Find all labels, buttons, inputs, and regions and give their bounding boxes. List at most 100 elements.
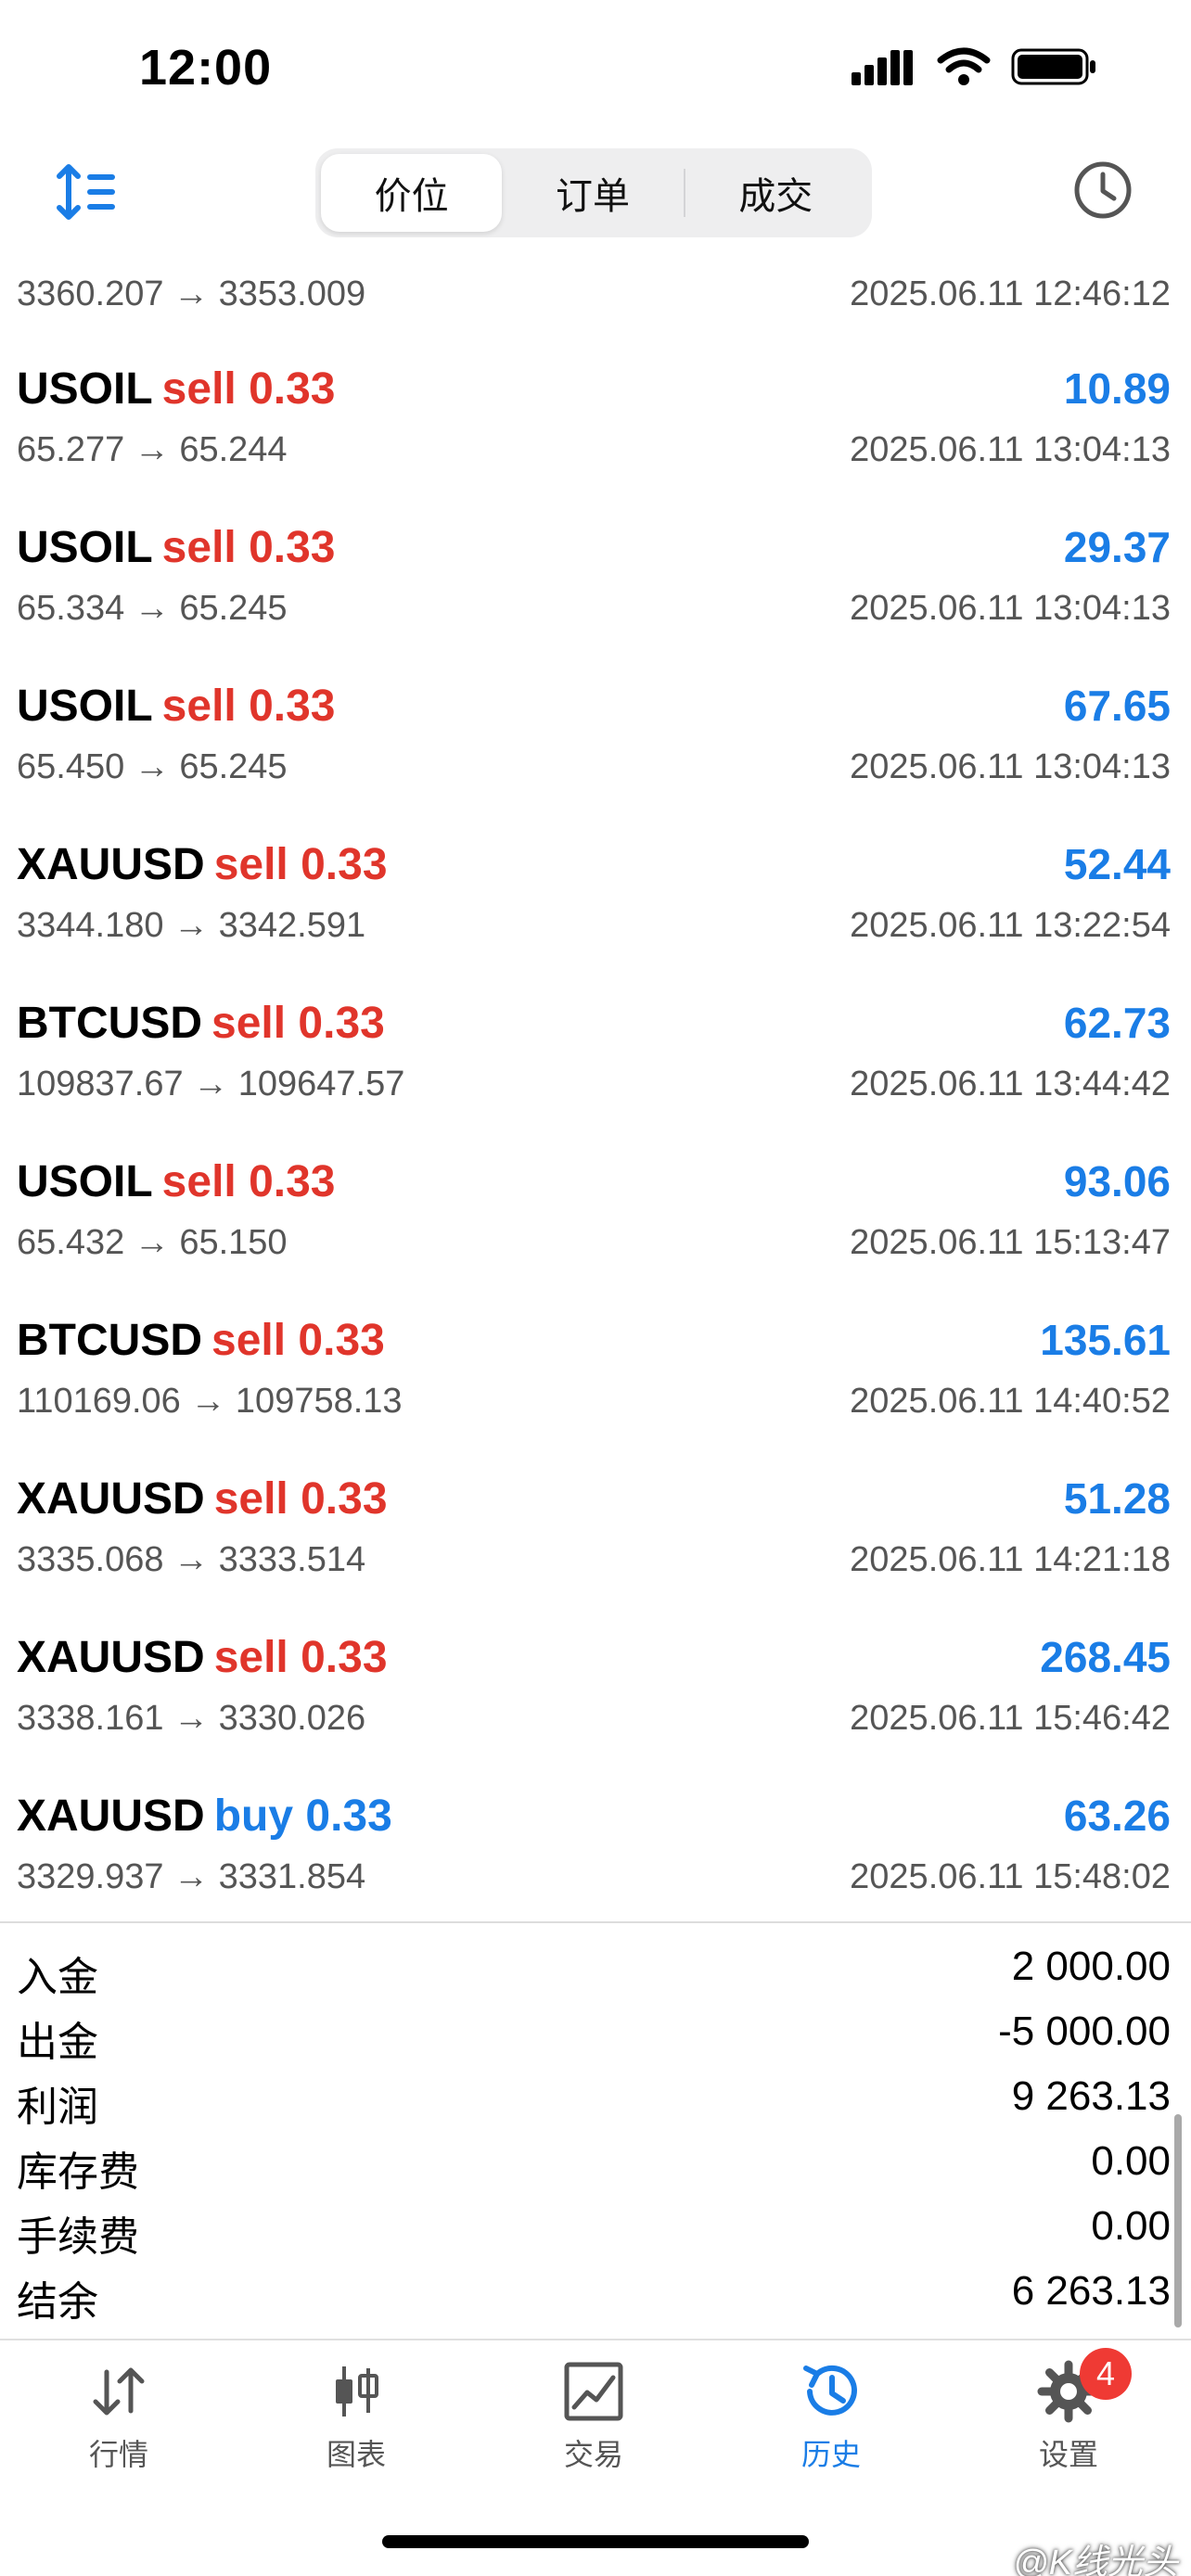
deal-profit: 10.89 bbox=[1063, 364, 1171, 413]
cellular-signal-icon bbox=[852, 50, 913, 85]
notification-badge: 4 bbox=[1080, 2348, 1132, 2400]
deal-time: 2025.06.11 15:46:42 bbox=[850, 1699, 1171, 1738]
deal-time: 2025.06.11 13:04:13 bbox=[850, 747, 1171, 786]
summary-label: 入金 bbox=[17, 1955, 98, 2000]
segment-positions[interactable]: 价位 bbox=[321, 154, 503, 232]
deal-symbol: USOIL bbox=[17, 682, 153, 731]
summary-label: 利润 bbox=[17, 2085, 98, 2130]
list-item[interactable]: XAUUSD buy 0.33 63.26 3329.937 → 3331.854… bbox=[0, 1770, 1191, 1929]
deal-title: XAUUSD sell 0.33 bbox=[17, 1632, 388, 1683]
summary-label: 出金 bbox=[17, 2020, 98, 2065]
account-summary: 入金 2 000.00 出金 -5 000.00 利润 9 263.13 库存费… bbox=[0, 1938, 1191, 2327]
candlestick-icon bbox=[336, 2366, 378, 2417]
arrows-updown-icon bbox=[93, 2367, 145, 2416]
deal-title: XAUUSD sell 0.33 bbox=[17, 1473, 388, 1524]
deal-title: XAUUSD buy 0.33 bbox=[17, 1791, 392, 1842]
summary-value: 6 263.13 bbox=[1011, 2268, 1171, 2314]
list-item[interactable]: USOIL sell 0.33 10.89 65.277 → 65.244 202… bbox=[0, 343, 1191, 502]
deal-title: XAUUSD sell 0.33 bbox=[17, 839, 388, 890]
list-item[interactable]: BTCUSD sell 0.33 135.61 110169.06 → 10975… bbox=[0, 1294, 1191, 1453]
tab-charts[interactable]: 图表 bbox=[263, 2359, 449, 2474]
deal-prices: 3360.207 → 3353.009 bbox=[17, 274, 366, 313]
tab-label: 历史 bbox=[800, 2438, 861, 2471]
summary-label: 手续费 bbox=[17, 2214, 139, 2260]
summary-row-swap: 库存费 0.00 bbox=[0, 2133, 1191, 2198]
deal-symbol: USOIL bbox=[17, 523, 153, 572]
list-item-partial[interactable]: 3360.207 → 3353.009 2025.06.11 12:46:12 bbox=[0, 250, 1191, 343]
deal-side: sell 0.33 bbox=[161, 682, 336, 731]
deal-profit: 52.44 bbox=[1063, 840, 1171, 888]
scrollbar[interactable] bbox=[1174, 2114, 1182, 2327]
summary-value: 9 263.13 bbox=[1011, 2073, 1171, 2119]
deal-side: sell 0.33 bbox=[211, 1316, 385, 1365]
deal-title: USOIL sell 0.33 bbox=[17, 1156, 336, 1207]
deal-time: 2025.06.11 14:40:52 bbox=[850, 1382, 1171, 1421]
deal-title: USOIL sell 0.33 bbox=[17, 681, 336, 732]
deal-side: sell 0.33 bbox=[161, 364, 336, 414]
status-icons bbox=[852, 46, 1098, 87]
deal-profit: 268.45 bbox=[1040, 1633, 1171, 1681]
summary-row-commission: 手续费 0.00 bbox=[0, 2198, 1191, 2263]
deal-prices: 65.277 → 65.244 bbox=[17, 430, 288, 469]
summary-row-deposit: 入金 2 000.00 bbox=[0, 1938, 1191, 2003]
list-item[interactable]: XAUUSD sell 0.33 51.28 3335.068 → 3333.51… bbox=[0, 1453, 1191, 1612]
tab-label: 行情 bbox=[88, 2438, 148, 2471]
deal-prices: 109837.67 → 109647.57 bbox=[17, 1065, 405, 1103]
tab-label: 图表 bbox=[326, 2438, 386, 2471]
deal-prices: 3344.180 → 3342.591 bbox=[17, 906, 366, 945]
segment-deals[interactable]: 成交 bbox=[685, 154, 866, 232]
watermark: @K线光头 bbox=[1013, 2544, 1178, 2576]
list-item[interactable]: USOIL sell 0.33 93.06 65.432 → 65.150 202… bbox=[0, 1136, 1191, 1294]
tab-label: 设置 bbox=[1038, 2438, 1098, 2471]
segment-orders[interactable]: 订单 bbox=[502, 154, 683, 232]
deal-time: 2025.06.11 13:22:54 bbox=[850, 906, 1171, 945]
sort-icon[interactable] bbox=[56, 159, 121, 224]
deal-symbol: BTCUSD bbox=[17, 1316, 202, 1365]
list-item[interactable]: XAUUSD sell 0.33 268.45 3338.161 → 3330.0… bbox=[0, 1612, 1191, 1770]
summary-row-profit: 利润 9 263.13 bbox=[0, 2068, 1191, 2133]
deal-symbol: XAUUSD bbox=[17, 840, 205, 889]
deal-time: 2025.06.11 15:48:02 bbox=[850, 1857, 1171, 1896]
deal-side: sell 0.33 bbox=[161, 523, 336, 572]
tab-quotes[interactable]: 行情 bbox=[26, 2359, 211, 2474]
tab-settings[interactable]: 4 设置 bbox=[976, 2348, 1161, 2474]
deal-profit: 67.65 bbox=[1063, 682, 1171, 730]
deal-prices: 110169.06 → 109758.13 bbox=[17, 1382, 403, 1421]
deal-symbol: XAUUSD bbox=[17, 1474, 205, 1524]
status-bar: 12:00 bbox=[0, 0, 1191, 139]
deal-side: sell 0.33 bbox=[213, 1633, 388, 1682]
deal-profit: 135.61 bbox=[1040, 1316, 1171, 1364]
tab-history[interactable]: 历史 bbox=[738, 2359, 924, 2474]
view-segmented-control: 价位 订单 成交 bbox=[315, 148, 872, 237]
summary-value: 0.00 bbox=[1091, 2203, 1171, 2249]
deal-symbol: USOIL bbox=[17, 364, 153, 414]
summary-row-withdrawal: 出金 -5 000.00 bbox=[0, 2003, 1191, 2068]
deal-time: 2025.06.11 13:04:13 bbox=[850, 430, 1171, 469]
deal-profit: 51.28 bbox=[1063, 1474, 1171, 1523]
deal-symbol: USOIL bbox=[17, 1157, 153, 1206]
summary-row-balance: 结余 6 263.13 bbox=[0, 2263, 1191, 2327]
clock-icon[interactable] bbox=[1070, 158, 1135, 223]
deal-prices: 3329.937 → 3331.854 bbox=[17, 1857, 366, 1896]
deal-prices: 65.334 → 65.245 bbox=[17, 589, 288, 628]
trade-chart-icon bbox=[564, 2362, 623, 2421]
list-item[interactable]: XAUUSD sell 0.33 52.44 3344.180 → 3342.59… bbox=[0, 819, 1191, 977]
top-toolbar: 价位 订单 成交 bbox=[0, 139, 1191, 250]
deal-profit: 63.26 bbox=[1063, 1792, 1171, 1840]
summary-value: 0.00 bbox=[1091, 2138, 1171, 2184]
list-item[interactable]: USOIL sell 0.33 29.37 65.334 → 65.245 202… bbox=[0, 502, 1191, 660]
deal-symbol: XAUUSD bbox=[17, 1633, 205, 1682]
deal-side: sell 0.33 bbox=[211, 999, 385, 1048]
deal-time: 2025.06.11 15:13:47 bbox=[850, 1223, 1171, 1262]
summary-divider bbox=[0, 1921, 1191, 1923]
list-item[interactable]: USOIL sell 0.33 67.65 65.450 → 65.245 202… bbox=[0, 660, 1191, 819]
tab-trade[interactable]: 交易 bbox=[501, 2359, 686, 2474]
tab-label: 交易 bbox=[563, 2438, 623, 2471]
deal-prices: 3335.068 → 3333.514 bbox=[17, 1540, 366, 1579]
summary-label: 库存费 bbox=[17, 2149, 139, 2195]
status-time: 12:00 bbox=[139, 40, 273, 96]
home-indicator bbox=[382, 2535, 809, 2548]
deal-list: 3360.207 → 3353.009 2025.06.11 12:46:12 … bbox=[0, 250, 1191, 1929]
list-item[interactable]: BTCUSD sell 0.33 62.73 109837.67 → 109647… bbox=[0, 977, 1191, 1136]
deal-profit: 29.37 bbox=[1063, 523, 1171, 571]
